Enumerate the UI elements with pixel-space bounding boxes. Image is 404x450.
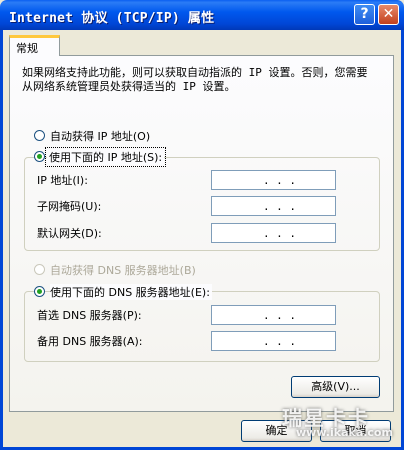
- preferred-dns-label: 首选 DNS 服务器(P):: [37, 309, 142, 322]
- watermark-logo: 瑞星卡卡 www.ikaka.com: [282, 402, 402, 448]
- title-bar[interactable]: Internet 协议 (TCP/IP) 属性 ? ✕: [0, 0, 404, 30]
- radio-selected-dot: [37, 289, 42, 294]
- help-icon[interactable]: ?: [354, 4, 375, 25]
- auto-ip-radio[interactable]: [34, 130, 45, 141]
- close-icon[interactable]: ✕: [378, 4, 399, 25]
- auto-dns-radio: [34, 264, 45, 275]
- window-title: Internet 协议 (TCP/IP) 属性: [9, 11, 215, 26]
- advanced-button[interactable]: 高级(V)...: [291, 376, 380, 398]
- description-text: 如果网络支持此功能，则可以获取自动指派的 IP 设置。否则，您需要从网络系统管理…: [22, 66, 368, 93]
- tab-general[interactable]: 常规: [9, 35, 60, 56]
- ip-address-input[interactable]: . . .: [211, 170, 336, 190]
- manual-ip-radio[interactable]: [34, 151, 45, 162]
- ip-address-value: . . .: [262, 173, 297, 187]
- dns-group-box: [24, 291, 380, 362]
- subnet-mask-label: 子网掩码(U):: [37, 200, 102, 213]
- radio-selected-dot: [37, 154, 42, 159]
- manual-dns-label[interactable]: 使用下面的 DNS 服务器地址(E):: [50, 284, 212, 300]
- subnet-mask-input[interactable]: . . .: [211, 196, 336, 216]
- manual-ip-label[interactable]: 使用下面的 IP 地址(S):: [44, 147, 167, 167]
- auto-dns-label: 自动获得 DNS 服务器地址(B): [50, 264, 196, 277]
- preferred-dns-value: . . .: [262, 308, 297, 322]
- ip-address-label: IP 地址(I):: [37, 174, 88, 187]
- subnet-mask-value: . . .: [262, 199, 297, 213]
- manual-dns-radio[interactable]: [34, 286, 45, 297]
- alternate-dns-value: . . .: [262, 334, 297, 348]
- auto-ip-label[interactable]: 自动获得 IP 地址(O): [50, 128, 150, 144]
- default-gateway-label: 默认网关(D):: [37, 227, 102, 240]
- watermark-url: www.ikaka.com: [296, 426, 393, 439]
- alternate-dns-input[interactable]: . . .: [211, 331, 336, 351]
- preferred-dns-input[interactable]: . . .: [211, 305, 336, 325]
- alternate-dns-label: 备用 DNS 服务器(A):: [37, 335, 143, 348]
- default-gateway-input[interactable]: . . .: [211, 223, 336, 243]
- default-gateway-value: . . .: [262, 226, 297, 240]
